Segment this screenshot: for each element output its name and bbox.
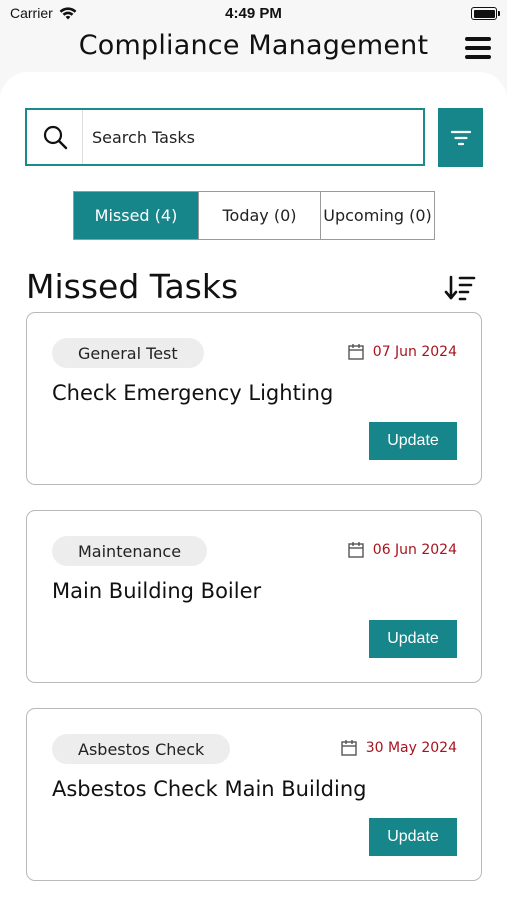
tab-upcoming[interactable]: Upcoming (0)	[320, 192, 434, 239]
task-title: Check Emergency Lighting	[52, 381, 334, 405]
due-date-text: 06 Jun 2024	[372, 542, 457, 558]
due-date: 30 May 2024	[340, 739, 457, 757]
calendar-icon	[348, 344, 364, 360]
calendar-icon	[348, 542, 364, 558]
category-chip: Asbestos Check	[52, 734, 231, 764]
section-title: Missed Tasks	[26, 267, 239, 306]
battery-icon	[471, 7, 500, 20]
category-chip: General Test	[52, 338, 204, 368]
status-time: 4:49 PM	[225, 5, 282, 22]
tab-today[interactable]: Today (0)	[198, 192, 320, 239]
app-title: Compliance Management	[78, 30, 429, 61]
filter-button[interactable]	[438, 108, 483, 167]
sort-descending-icon[interactable]	[444, 274, 476, 302]
task-title: Main Building Boiler	[52, 579, 262, 603]
update-button[interactable]: Update	[369, 620, 457, 658]
tab-missed[interactable]: Missed (4)	[74, 192, 198, 239]
task-card[interactable]: General Test 07 Jun 2024 Check Emergency…	[26, 312, 482, 485]
status-bar: Carrier 4:49 PM	[0, 0, 507, 28]
category-chip: Maintenance	[52, 536, 208, 566]
due-date: 06 Jun 2024	[347, 541, 457, 559]
due-date-text: 30 May 2024	[365, 740, 457, 756]
task-tabs: Missed (4) Today (0) Upcoming (0)	[73, 191, 435, 240]
search-icon	[27, 110, 83, 164]
search-bar	[25, 108, 425, 166]
due-date-text: 07 Jun 2024	[372, 344, 457, 360]
task-title: Asbestos Check Main Building	[52, 777, 367, 801]
filter-icon	[450, 130, 471, 145]
update-button[interactable]: Update	[369, 818, 457, 856]
search-input[interactable]	[83, 127, 423, 147]
calendar-icon	[341, 740, 357, 756]
due-date: 07 Jun 2024	[347, 343, 457, 361]
hamburger-menu-icon[interactable]	[465, 37, 491, 59]
task-card[interactable]: Asbestos Check 30 May 2024 Asbestos Chec…	[26, 708, 482, 881]
task-card[interactable]: Maintenance 06 Jun 2024 Main Building Bo…	[26, 510, 482, 683]
update-button[interactable]: Update	[369, 422, 457, 460]
